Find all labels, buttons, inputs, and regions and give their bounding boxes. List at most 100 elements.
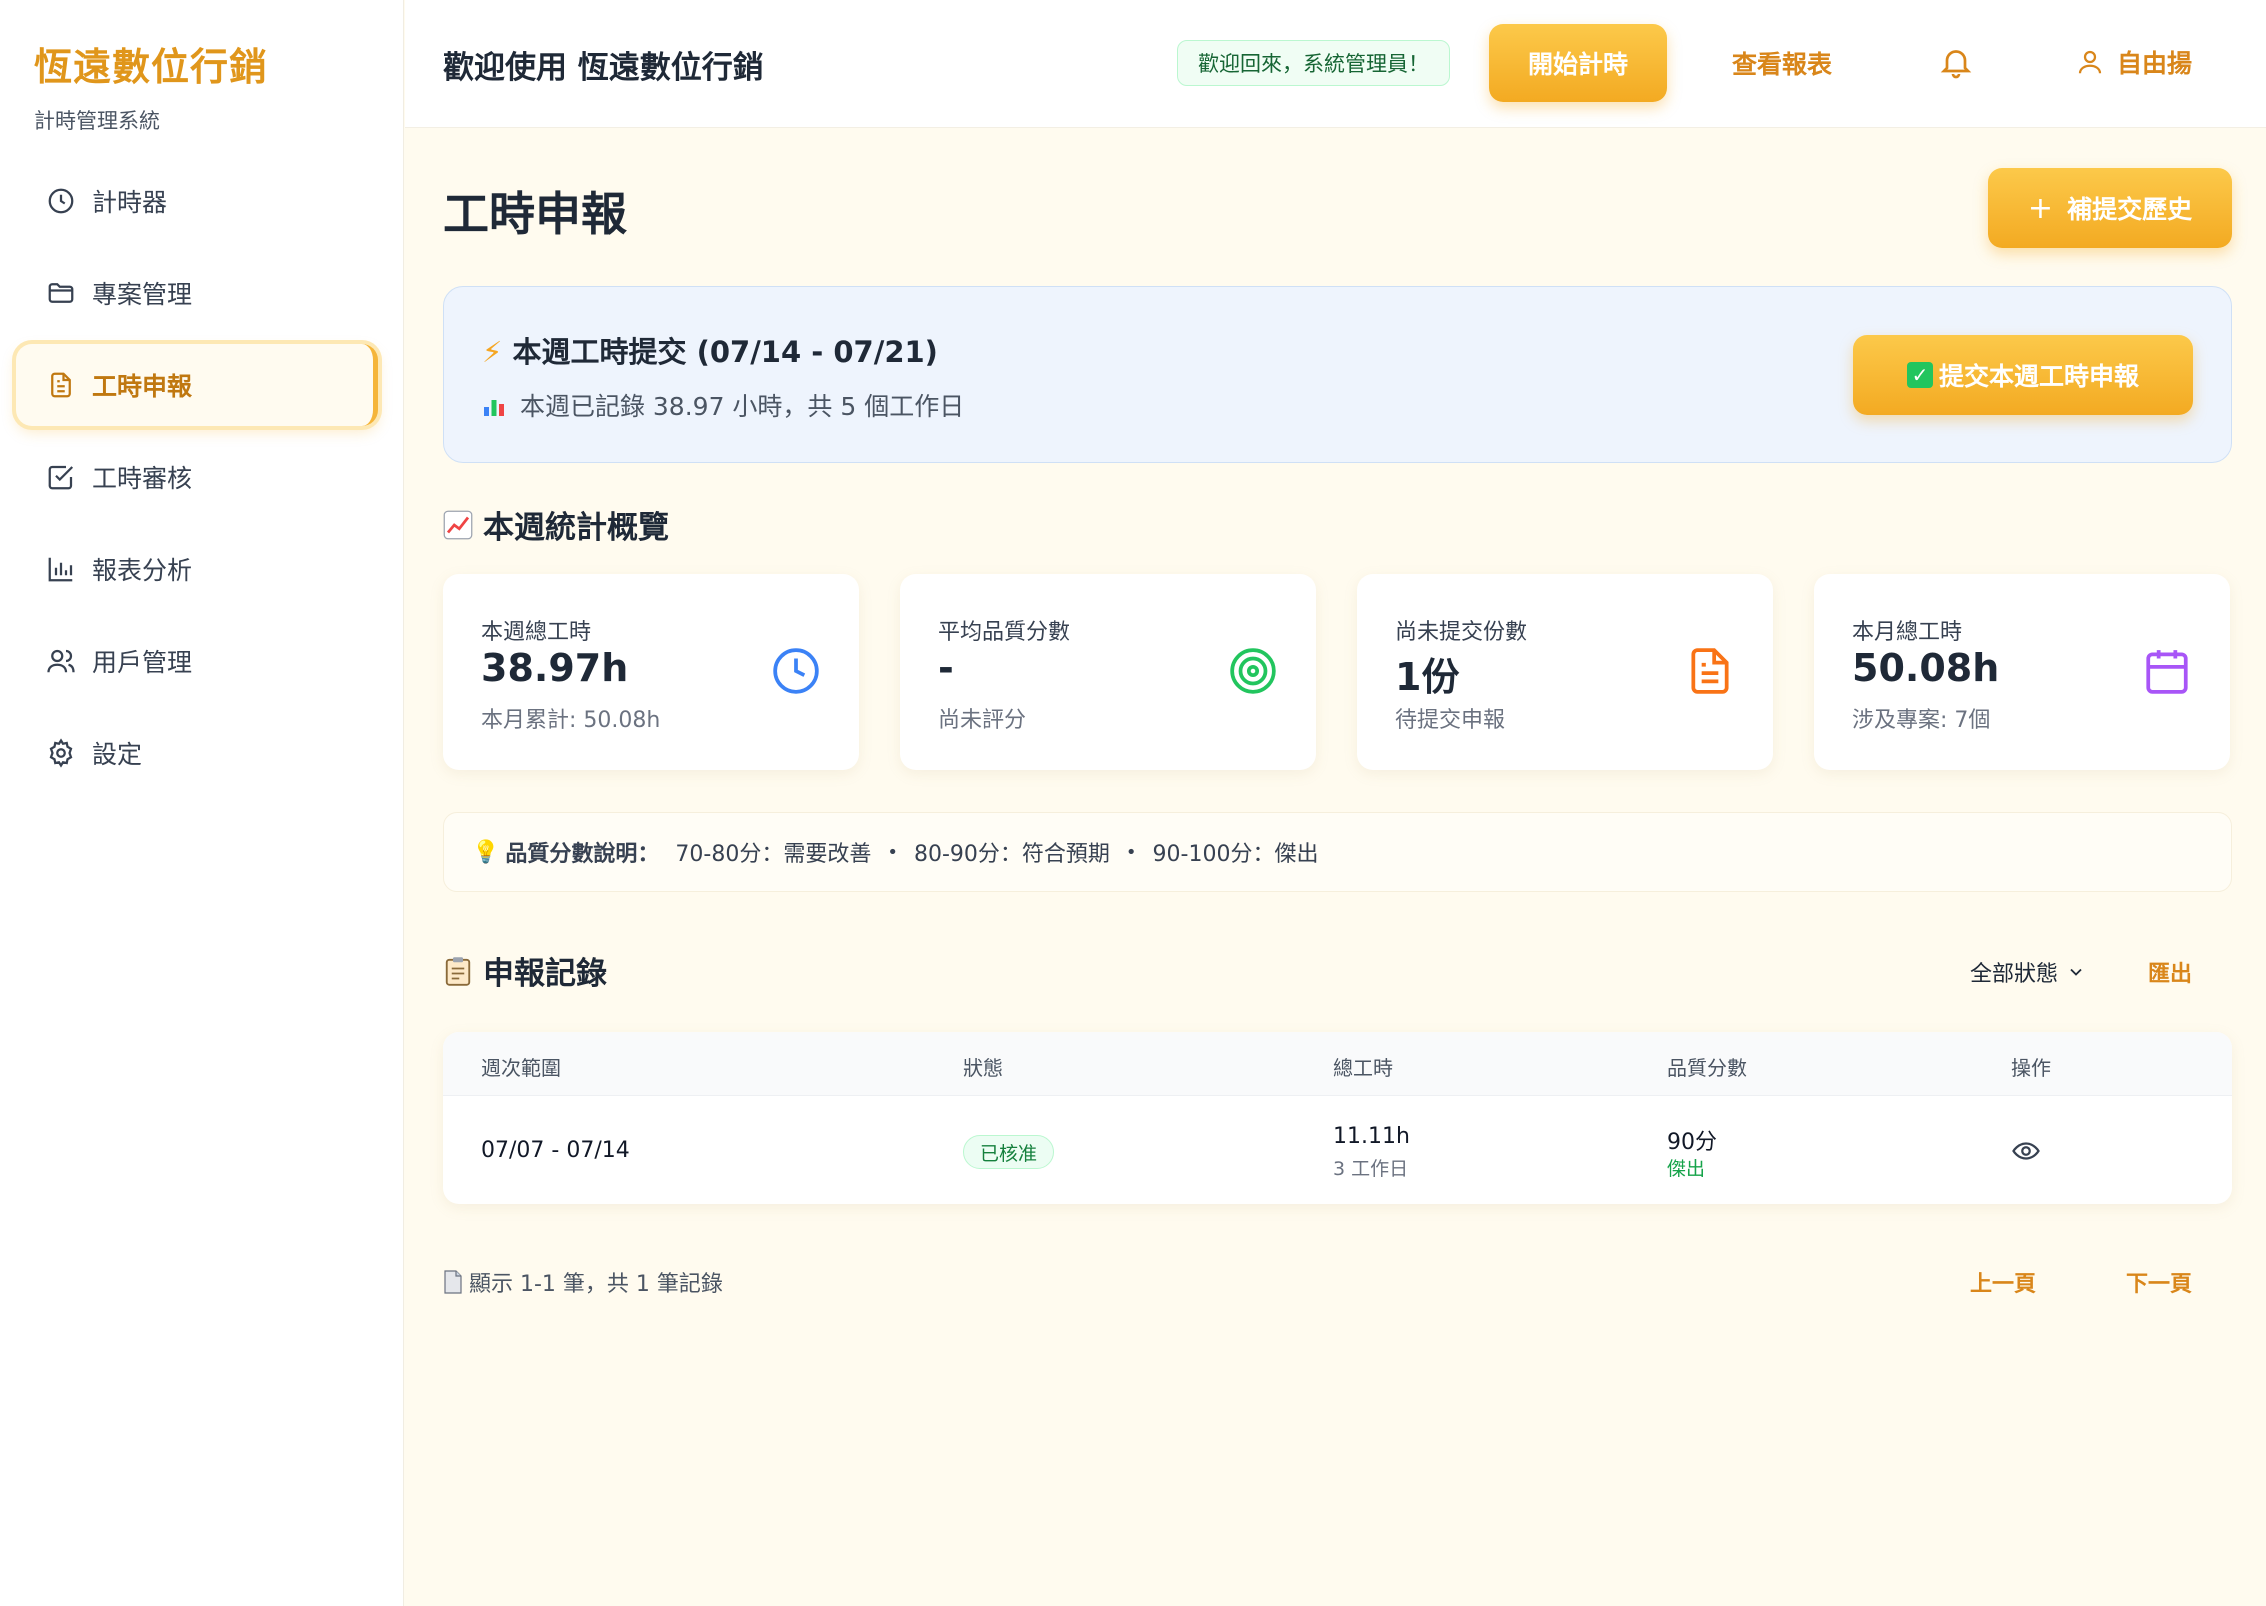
sidebar-item-label: 工時審核 (92, 464, 193, 493)
sidebar-item-label: 專案管理 (92, 280, 193, 309)
column-header: 狀態 (963, 1056, 1003, 1080)
cell-hours: 11.11h (1333, 1124, 1410, 1149)
brand-name[interactable]: 恆遠數位行銷 (34, 36, 268, 91)
bell-icon[interactable] (1938, 44, 1974, 80)
status-filter-select[interactable]: 全部狀態 (1970, 956, 2086, 988)
status-filter-value: 全部狀態 (1970, 962, 2059, 987)
week-subtitle-text: 本週已記錄 38.97 小時，共 5 個工作日 (519, 392, 965, 421)
stat-value: 50.08h (1852, 646, 2000, 690)
pagination-info-text: 顯示 1-1 筆，共 1 筆記錄 (469, 1272, 723, 1297)
records-section-title-text: 申報記錄 (483, 956, 607, 992)
stat-sub: 尚未評分 (938, 708, 1027, 733)
document-icon (1691, 648, 1729, 694)
stat-card-pending: 尚未提交份數 1份 待提交申報 (1357, 574, 1773, 770)
users-icon (44, 644, 78, 678)
next-page-button[interactable]: 下一頁 (2126, 1266, 2192, 1298)
clock-icon (44, 184, 78, 218)
lightbulb-icon: 💡 (472, 839, 500, 865)
start-timer-button[interactable]: 開始計時 (1489, 24, 1667, 102)
user-icon (2078, 50, 2102, 74)
sidebar-item-review[interactable]: 工時審核 (16, 436, 378, 518)
separator-dot: • (1125, 841, 1137, 863)
sidebar-item-label: 設定 (92, 740, 143, 769)
quality-range: 90-100分：傑出 (1152, 842, 1319, 867)
week-title: ⚡ 本週工時提交 (07/14 - 07/21) (482, 329, 938, 371)
records-section-title: 申報記錄 (443, 948, 607, 993)
stat-label: 本週總工時 (481, 620, 592, 645)
sidebar-item-label: 報表分析 (92, 556, 193, 585)
column-header: 操作 (2011, 1056, 2051, 1080)
document-icon (44, 368, 78, 402)
sidebar: 恆遠數位行銷 計時管理系統 計時器 專案管理 工時申報 工時審核 報表分析 用戶… (0, 0, 404, 1606)
week-title-text: 本週工時提交 (07/14 - 07/21) (512, 335, 938, 369)
stats-row: 本週總工時 38.97h 本月累計: 50.08h 平均品質分數 - 尚未評分 … (443, 574, 2232, 770)
trend-chart-icon (443, 510, 473, 539)
cell-score-label: 傑出 (1667, 1158, 1706, 1180)
pagination-info: 顯示 1-1 筆，共 1 筆記錄 (443, 1266, 723, 1298)
sidebar-item-reports[interactable]: 報表分析 (16, 528, 378, 610)
stat-sub: 本月累計: 50.08h (481, 708, 661, 733)
view-reports-link[interactable]: 查看報表 (1732, 45, 1832, 81)
stat-card-avg-quality: 平均品質分數 - 尚未評分 (900, 574, 1316, 770)
brand: 恆遠數位行銷 計時管理系統 (34, 36, 268, 135)
stat-label: 尚未提交份數 (1395, 620, 1528, 645)
stat-card-week-hours: 本週總工時 38.97h 本月累計: 50.08h (443, 574, 859, 770)
week-submission-card: ⚡ 本週工時提交 (07/14 - 07/21) 本週已記錄 38.97 小時，… (443, 286, 2232, 463)
calendar-icon (2146, 650, 2188, 694)
table-header: 週次範圍 狀態 總工時 品質分數 操作 (443, 1032, 2232, 1096)
sidebar-item-users[interactable]: 用戶管理 (16, 620, 378, 702)
backfill-history-label: 補提交歷史 (2067, 195, 2193, 224)
week-subtitle: 本週已記錄 38.97 小時，共 5 個工作日 (482, 387, 964, 423)
sidebar-nav: 計時器 專案管理 工時申報 工時審核 報表分析 用戶管理 設定 (16, 160, 378, 804)
stat-value: - (938, 646, 954, 690)
cell-days: 3 工作日 (1333, 1158, 1409, 1180)
user-menu[interactable]: 自由揚 (2075, 44, 2192, 80)
prev-page-button[interactable]: 上一頁 (1970, 1266, 2036, 1298)
separator-dot: • (887, 841, 898, 863)
quality-legend: 💡 品質分數說明： 70-80分：需要改善 • 80-90分：符合預期 • 90… (443, 812, 2232, 892)
quality-legend-label: 品質分數說明： (505, 842, 660, 867)
sidebar-item-label: 計時器 (92, 188, 168, 217)
stat-card-month-hours: 本月總工時 50.08h 涉及專案: 7個 (1814, 574, 2230, 770)
submit-week-button[interactable]: ✓ 提交本週工時申報 (1853, 335, 2193, 415)
bar-chart-icon (484, 400, 504, 416)
page-title: 工時申報 (443, 187, 627, 241)
sidebar-item-label: 用戶管理 (92, 648, 193, 677)
sidebar-item-timesheet[interactable]: 工時申報 (16, 344, 378, 426)
export-button[interactable]: 匯出 (2148, 956, 2192, 988)
eye-icon[interactable] (2011, 1136, 2041, 1166)
records-table: 週次範圍 狀態 總工時 品質分數 操作 07/07 - 07/14 已核准 11… (443, 1032, 2232, 1204)
column-header: 週次範圍 (481, 1056, 561, 1080)
quality-range: 70-80分：需要改善 (675, 842, 872, 867)
welcome-badge: 歡迎回來，系統管理員！ (1177, 40, 1450, 86)
stat-label: 本月總工時 (1852, 620, 1963, 645)
stat-label: 平均品質分數 (938, 620, 1071, 645)
checkbox-icon (44, 460, 78, 494)
clock-icon (773, 648, 819, 694)
page-icon (444, 1270, 462, 1294)
chevron-down-icon (2070, 968, 2082, 976)
check-icon: ✓ (1906, 362, 1933, 388)
status-badge: 已核准 (963, 1135, 1055, 1169)
cell-score: 90分 (1667, 1130, 1717, 1155)
target-icon (1230, 648, 1276, 694)
stats-section-title-text: 本週統計概覽 (483, 510, 669, 546)
submit-week-label: 提交本週工時申報 (1938, 362, 2139, 391)
gear-icon (44, 736, 78, 770)
backfill-history-button[interactable]: + 補提交歷史 (1988, 168, 2232, 248)
stat-sub: 涉及專案: 7個 (1852, 708, 1991, 733)
stat-value: 38.97h (481, 646, 629, 690)
user-name: 自由揚 (2117, 49, 2193, 78)
sidebar-item-projects[interactable]: 專案管理 (16, 252, 378, 334)
sidebar-item-settings[interactable]: 設定 (16, 712, 378, 794)
column-header: 品質分數 (1667, 1056, 1747, 1080)
brand-subtitle: 計時管理系統 (34, 109, 160, 133)
stat-sub: 待提交申報 (1395, 708, 1506, 733)
header-title: 歡迎使用 恆遠數位行銷 (443, 50, 764, 86)
bar-chart-icon (44, 552, 78, 586)
stats-section-title: 本週統計概覽 (443, 502, 669, 547)
sidebar-item-timer[interactable]: 計時器 (16, 160, 378, 242)
plus-icon: + (2027, 190, 2054, 226)
lightning-icon: ⚡ (482, 335, 503, 369)
top-header: 歡迎使用 恆遠數位行銷 歡迎回來，系統管理員！ 開始計時 查看報表 自由揚 (405, 0, 2266, 128)
